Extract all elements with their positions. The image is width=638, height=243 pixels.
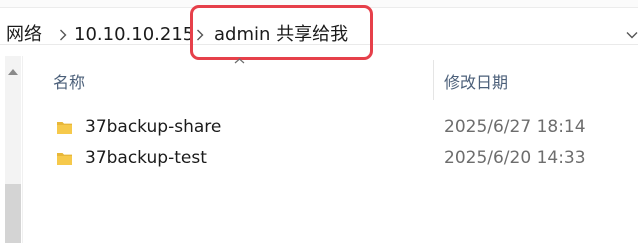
file-name[interactable]: 37backup-test (85, 146, 207, 170)
navigation-pane-scrollbar[interactable] (0, 56, 22, 243)
breadcrumb-network[interactable]: 网络 (6, 23, 42, 47)
file-modified-date: 2025/6/20 14:33 (444, 148, 586, 168)
file-row[interactable]: 37backup-share 2025/6/27 18:14 (23, 112, 638, 142)
chevron-right-icon[interactable] (59, 29, 67, 41)
breadcrumb-share[interactable]: admin 共享给我 (214, 23, 348, 47)
chevron-right-icon[interactable] (196, 29, 204, 41)
window-top-strip (0, 0, 638, 8)
scroll-up-arrow-icon[interactable] (7, 68, 19, 76)
column-date-header[interactable]: 修改日期 (444, 69, 508, 93)
folder-icon (57, 122, 72, 134)
sort-ascending-icon (234, 58, 245, 64)
file-explorer-window: 网络 10.10.10.215 admin 共享给我 名称 修改日期 37bac… (0, 0, 638, 243)
column-divider[interactable] (433, 60, 434, 100)
column-name-header[interactable]: 名称 (53, 69, 85, 93)
file-row[interactable]: 37backup-test 2025/6/20 14:33 (23, 143, 638, 173)
file-name[interactable]: 37backup-share (85, 115, 221, 139)
file-modified-date: 2025/6/27 18:14 (444, 117, 586, 137)
chevron-down-icon[interactable] (626, 29, 638, 41)
scrollbar-thumb[interactable] (5, 184, 21, 243)
breadcrumb-host[interactable]: 10.10.10.215 (74, 23, 194, 47)
column-header: 名称 修改日期 (23, 56, 638, 104)
address-bar[interactable]: 网络 10.10.10.215 admin 共享给我 (0, 0, 638, 45)
folder-icon (57, 153, 72, 165)
